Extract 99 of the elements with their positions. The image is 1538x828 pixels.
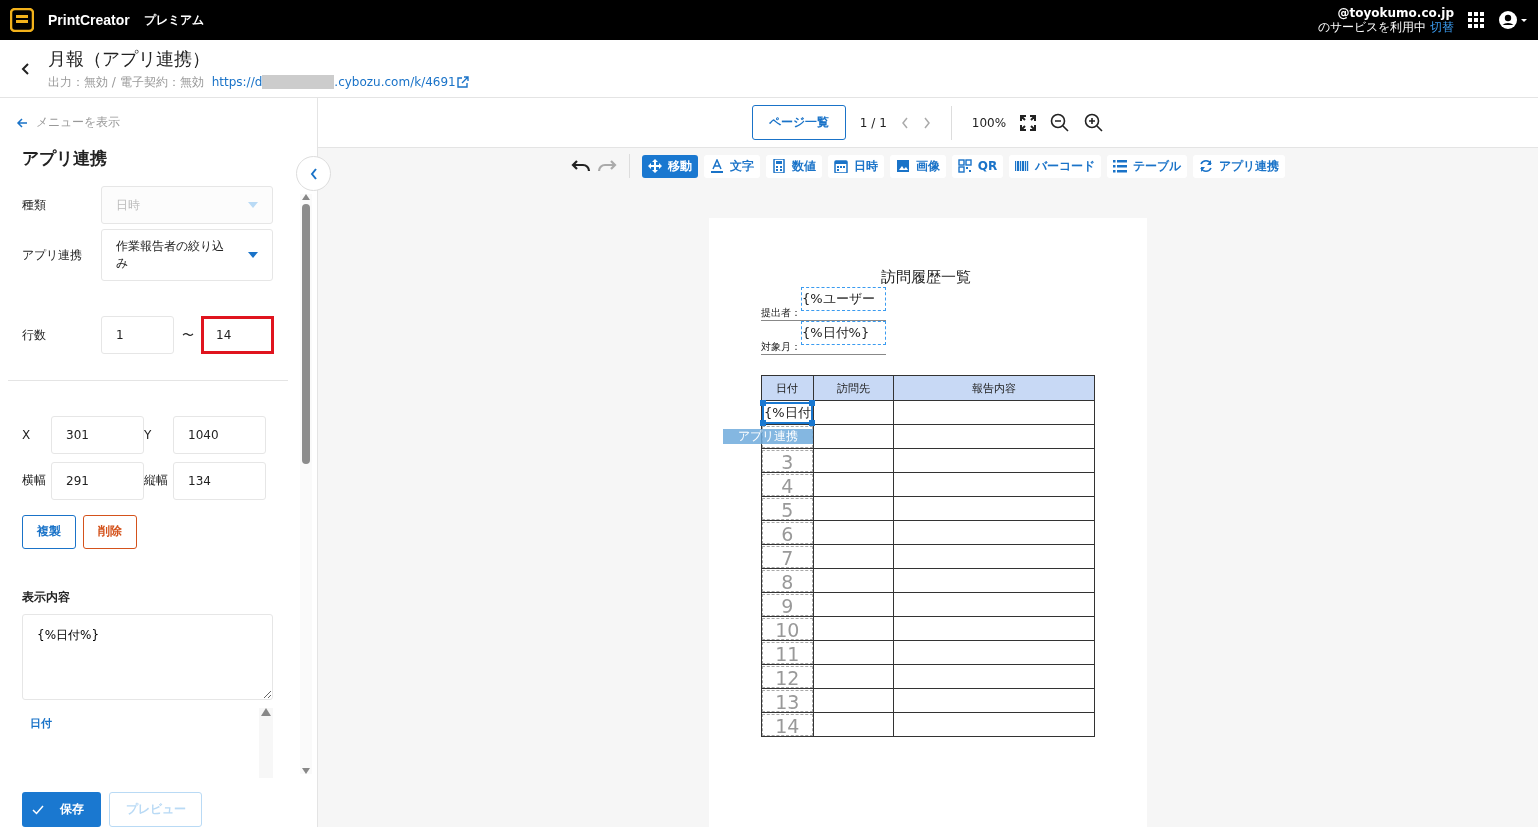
list-icon xyxy=(1113,159,1128,173)
triangle-up-icon xyxy=(302,194,310,200)
resize-handle[interactable] xyxy=(808,399,815,406)
panel-heading: アプリ連携 xyxy=(22,147,108,170)
text-icon xyxy=(709,159,724,173)
row-number: 13 xyxy=(762,689,813,712)
sync-icon xyxy=(1199,159,1214,173)
page-list-button[interactable]: ページ一覧 xyxy=(751,105,846,140)
tool-button[interactable]: 日時 xyxy=(827,154,884,178)
image-icon xyxy=(895,159,910,173)
preview-button: プレビュー xyxy=(109,792,202,827)
row-number: 14 xyxy=(762,713,813,736)
section-label: 表示内容 xyxy=(22,588,71,606)
qr-code-icon xyxy=(957,159,972,173)
chevron-left-icon xyxy=(309,167,318,180)
tool-button[interactable]: 数値 xyxy=(765,154,822,178)
field-label: Y xyxy=(144,427,153,442)
calendar-icon xyxy=(833,159,848,173)
check-icon xyxy=(32,804,44,815)
placeholder-field[interactable]: {%日付%} xyxy=(801,321,886,345)
row-number: 6 xyxy=(762,521,813,544)
product-name: PrintCreator xyxy=(48,12,130,28)
field-label: 縦幅 xyxy=(144,472,169,490)
account-icon[interactable] xyxy=(1498,10,1528,30)
apps-grid-icon[interactable] xyxy=(1468,12,1484,28)
column-header: 訪問先 xyxy=(813,375,894,401)
document-title: 訪問履歴一覧 xyxy=(881,268,972,287)
select-field: 日時 xyxy=(101,186,273,224)
column-header: 日付 xyxy=(761,375,814,401)
tool-button[interactable]: 画像 xyxy=(889,154,946,178)
field-label: アプリ連携 xyxy=(22,246,83,264)
input-field[interactable]: 14 xyxy=(201,316,274,354)
row-number: 10 xyxy=(762,617,813,640)
duplicate-button[interactable]: 複製 xyxy=(22,514,76,549)
field-label: 対象月： xyxy=(761,340,801,354)
fullscreen-icon[interactable] xyxy=(1020,114,1037,131)
scrollbar[interactable] xyxy=(300,194,312,774)
status-text: 出力：無効 / 電子契約：無効 xyxy=(48,73,204,91)
selection-tag: アプリ連携 xyxy=(723,429,813,444)
triangle-down-icon xyxy=(302,768,310,774)
arrow-left-icon xyxy=(16,116,28,129)
input-field[interactable]: 1 xyxy=(101,316,174,354)
calculator-icon xyxy=(771,159,786,173)
field-label: 種類 xyxy=(22,196,47,214)
caret-icon xyxy=(248,252,258,258)
input-field[interactable]: 301 xyxy=(51,415,144,454)
row-number: 12 xyxy=(762,665,813,688)
row-number: 9 xyxy=(762,593,813,616)
url-link[interactable]: https://d .cybozu.com/k/4691 xyxy=(211,75,469,89)
undo-icon[interactable] xyxy=(570,159,591,173)
row-number: 5 xyxy=(762,497,813,520)
row-number: 7 xyxy=(762,545,813,568)
tool-button[interactable]: 文字 xyxy=(703,154,760,178)
switch-link[interactable]: 切替 xyxy=(1430,20,1454,34)
column-header: 報告内容 xyxy=(893,375,1095,401)
plan-label: プレミアム xyxy=(143,11,204,29)
barcode-icon xyxy=(1015,159,1030,173)
tool-button[interactable]: QR xyxy=(951,154,1004,178)
selected-placeholder[interactable]: {%日付 xyxy=(762,401,813,424)
input-field[interactable]: 291 xyxy=(51,461,144,500)
resize-handle[interactable] xyxy=(760,399,766,406)
content-field[interactable]: {%日付%} xyxy=(22,613,273,700)
back-icon[interactable] xyxy=(20,61,30,76)
zoom-out-icon[interactable] xyxy=(1050,112,1071,133)
row-number: 3 xyxy=(762,449,813,472)
range-separator: 〜 xyxy=(180,326,195,344)
field-label: 行数 xyxy=(22,326,47,344)
external-link-icon xyxy=(455,75,469,89)
input-field[interactable]: 1040 xyxy=(173,415,266,454)
account-email: @toyokumo.co.jp xyxy=(1337,6,1454,20)
field-label: X xyxy=(22,427,32,442)
field-label: 提出者： xyxy=(761,306,801,320)
caret-icon xyxy=(248,202,258,208)
input-field[interactable]: 134 xyxy=(173,461,266,500)
tool-button[interactable]: バーコード xyxy=(1009,154,1102,178)
triangle-up-icon xyxy=(261,708,271,716)
field-option[interactable]: 日付 xyxy=(22,708,52,731)
show-menu-link[interactable]: メニューを表示 xyxy=(16,114,300,131)
select-field[interactable]: 作業報告者の絞り込み xyxy=(101,229,273,281)
row-number: 8 xyxy=(762,569,813,592)
logo-icon xyxy=(10,8,34,32)
account-status: のサービスを利用中 xyxy=(1318,20,1426,34)
zoom-level: 100% xyxy=(971,115,1007,130)
tool-button[interactable]: アプリ連携 xyxy=(1193,154,1286,178)
page-indicator: 1 / 1 xyxy=(859,115,887,130)
move-arrows-icon xyxy=(647,159,662,173)
scrollbar[interactable] xyxy=(259,708,273,778)
field-label: 横幅 xyxy=(22,472,47,490)
placeholder-field[interactable]: {%ユーザー xyxy=(801,287,886,311)
zoom-in-icon[interactable] xyxy=(1084,112,1105,133)
save-button[interactable]: 保存 xyxy=(22,792,101,827)
page-title: 月報（アプリ連携） xyxy=(48,46,211,71)
tool-button[interactable]: テーブル xyxy=(1107,154,1188,178)
row-number: 4 xyxy=(762,473,813,496)
resize-handle[interactable] xyxy=(808,419,815,426)
row-number: 11 xyxy=(762,641,813,664)
tool-button[interactable]: 移動 xyxy=(641,154,698,178)
delete-button[interactable]: 削除 xyxy=(83,514,137,549)
resize-handle[interactable] xyxy=(760,419,766,426)
